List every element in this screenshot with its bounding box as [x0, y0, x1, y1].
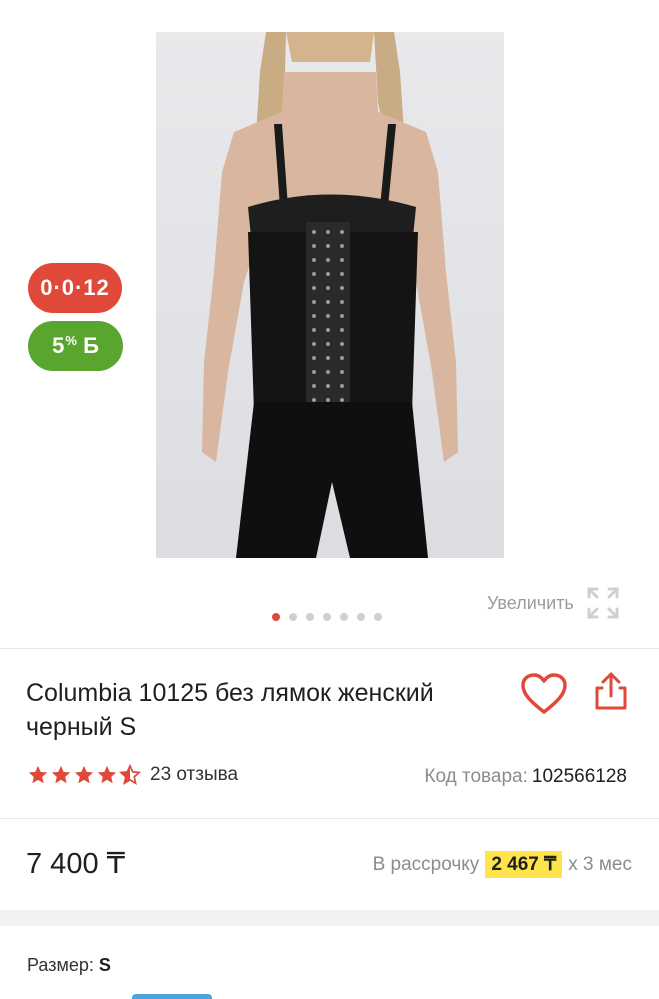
product-gallery[interactable]: 0·0·12 5% Б Увеличить: [0, 0, 659, 648]
divider: [0, 818, 659, 819]
reviews-link[interactable]: 23 отзыва: [150, 764, 238, 786]
gallery-dot-4[interactable]: [323, 613, 331, 621]
bonus-badge-letter: Б: [83, 333, 99, 358]
star-icon: [74, 765, 94, 784]
size-option-chip[interactable]: [132, 994, 212, 999]
star-icon: [51, 765, 71, 784]
divider: [0, 648, 659, 649]
size-value: S: [98, 955, 111, 975]
star-icon: [28, 765, 48, 784]
zoom-label: Увеличить: [487, 592, 574, 613]
installment-badge: 0·0·12: [28, 263, 122, 313]
product-image[interactable]: [156, 32, 504, 558]
favorite-button[interactable]: [520, 672, 568, 721]
product-title: Columbia 10125 без лямок женский черный …: [26, 679, 434, 741]
section-gap: [0, 910, 659, 926]
product-code-label: Код товара:: [424, 766, 528, 787]
size-selector-label: Размер: S: [27, 955, 111, 976]
share-icon: [595, 672, 627, 710]
zoom-button[interactable]: Увеличить: [487, 586, 620, 620]
size-label: Размер:: [27, 955, 94, 975]
product-rating[interactable]: 23 отзыва: [27, 764, 238, 786]
gallery-dot-6[interactable]: [357, 613, 365, 621]
product-price: 7 400 ₸: [26, 848, 126, 880]
product-code: Код товара: 102566128: [424, 766, 627, 788]
installment-amount: 2 467 ₸: [485, 851, 563, 878]
share-button[interactable]: [592, 670, 630, 717]
gallery-dot-7[interactable]: [374, 613, 382, 621]
gallery-dot-2[interactable]: [289, 613, 297, 621]
product-code-value: 102566128: [531, 766, 627, 787]
star-icon: [97, 765, 117, 784]
heart-icon: [521, 673, 567, 714]
rating-stars: [27, 764, 141, 786]
product-photo-illustration: [202, 32, 458, 558]
bonus-badge-percent: 5: [52, 333, 65, 358]
bonus-badge: 5% Б: [28, 321, 123, 371]
gallery-dot-5[interactable]: [340, 613, 348, 621]
expand-icon: [587, 587, 619, 619]
installment-offer[interactable]: В рассрочку 2 467 ₸ х 3 мес: [373, 851, 632, 878]
gallery-dot-3[interactable]: [306, 613, 314, 621]
installment-prefix: В рассрочку: [372, 853, 480, 875]
star-half-icon: [119, 764, 141, 785]
gallery-dot-1[interactable]: [272, 613, 280, 621]
installment-suffix: х 3 мес: [568, 853, 632, 875]
installment-badge-label: 0·0·12: [40, 275, 110, 300]
bonus-badge-unit: %: [65, 332, 77, 348]
gallery-pagination: [272, 613, 382, 621]
